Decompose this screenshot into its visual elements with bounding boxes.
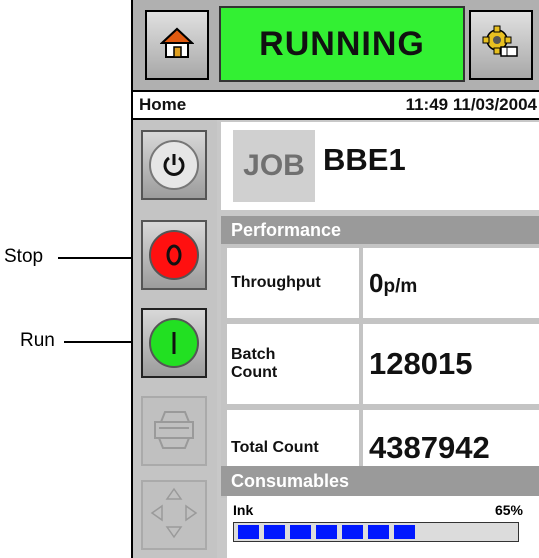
info-bar: Home 11:49 11/03/2004: [133, 92, 539, 120]
job-label: JOB: [233, 130, 315, 202]
print-button[interactable]: [141, 396, 207, 466]
batch-count-label[interactable]: Batch Count: [227, 324, 359, 404]
ink-segment: [290, 525, 311, 539]
batch-label-line2: Count: [231, 364, 278, 381]
batch-label-line1: Batch: [231, 346, 276, 363]
ink-label: Ink: [233, 502, 254, 518]
consumables-panel[interactable]: Ink 65%: [227, 496, 539, 558]
sidebar: [133, 120, 217, 558]
home-icon: [159, 26, 195, 65]
date-time: 11:49 11/03/2004: [405, 95, 537, 114]
job-name[interactable]: BBE1: [323, 142, 406, 178]
run-icon: [149, 318, 199, 368]
navigation-arrows-icon: [150, 487, 198, 544]
ink-level-fill: [234, 523, 419, 541]
ink-segment: [342, 525, 363, 539]
power-icon: [149, 140, 199, 190]
performance-table: Throughput 0 p/m Batch Count 128015 Tota…: [221, 244, 539, 498]
ink-segment: [368, 525, 389, 539]
top-bar: RUNNING: [133, 0, 539, 92]
main-panel: JOB BBE1 Performance Throughput 0 p/m Ba…: [221, 122, 539, 558]
stop-icon: [149, 230, 199, 280]
throughput-value: 0 p/m: [363, 248, 539, 318]
job-panel: JOB BBE1: [221, 122, 539, 210]
settings-button[interactable]: [469, 10, 533, 80]
ink-segment: [316, 525, 337, 539]
performance-header: Performance: [221, 216, 539, 244]
throughput-unit: p/m: [383, 276, 418, 297]
home-button[interactable]: [145, 10, 209, 80]
printer-icon: [151, 408, 197, 455]
stop-button[interactable]: [141, 220, 207, 290]
ink-segment: [264, 525, 285, 539]
page-title: Home: [139, 95, 187, 114]
ink-level-bar: [233, 522, 519, 542]
callout-stop-label: Stop: [4, 246, 44, 267]
consumables-header: Consumables: [221, 466, 539, 496]
device-screen: RUNNING Home 11:49 11/03/2004 JOB BBE1 P…: [131, 0, 539, 558]
settings-gear-icon: [481, 25, 521, 66]
run-button[interactable]: [141, 308, 207, 378]
navigate-button[interactable]: [141, 480, 207, 550]
batch-count-value: 128015: [363, 324, 539, 404]
power-button[interactable]: [141, 130, 207, 200]
ink-segment: [238, 525, 259, 539]
status-indicator: RUNNING: [219, 6, 465, 82]
callout-run-label: Run: [20, 330, 55, 351]
ink-segment: [394, 525, 415, 539]
throughput-label: Throughput: [227, 248, 359, 318]
ink-percent: 65%: [494, 502, 523, 518]
throughput-number: 0: [369, 267, 384, 298]
